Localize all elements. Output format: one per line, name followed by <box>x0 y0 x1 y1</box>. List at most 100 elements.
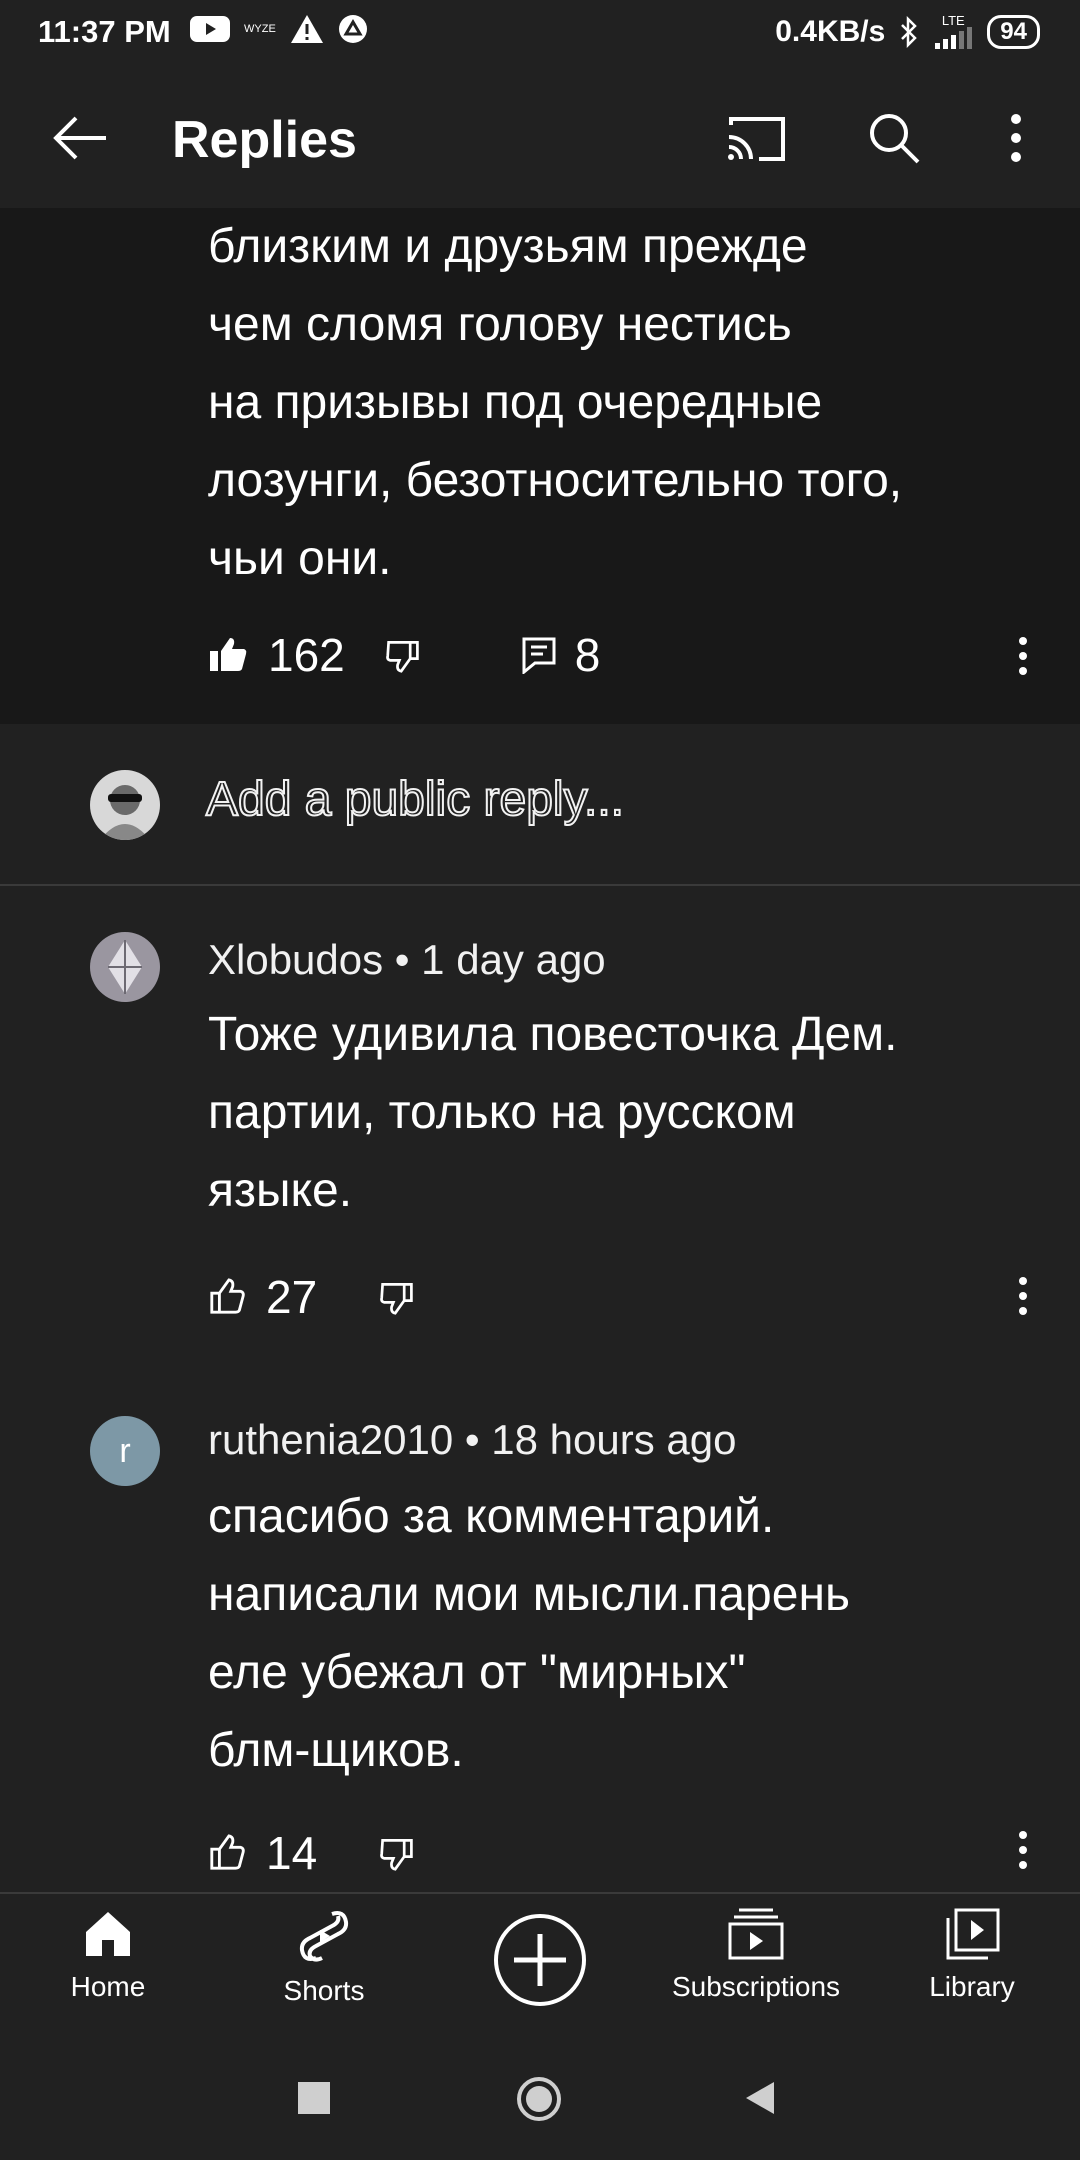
app-notification-icon <box>338 15 367 43</box>
comment-line: лозунги, безотносительно того, <box>208 454 903 507</box>
parent-actions: 162 8 <box>208 628 600 682</box>
thumb-up-filled-icon <box>210 638 247 671</box>
cast-button[interactable] <box>716 98 796 178</box>
more-vertical-icon <box>1019 1831 1027 1869</box>
thumb-down-icon <box>380 1839 413 1871</box>
comment-line: спасибо за комментарий. <box>208 1490 775 1543</box>
status-bar: 11:37 PM WYZE 0.4KB/s LTE 94 <box>0 0 1080 68</box>
dislike-button[interactable] <box>379 1835 415 1871</box>
recents-button[interactable] <box>298 2082 330 2119</box>
reply-more-button[interactable] <box>1018 1276 1028 1321</box>
status-left-icons: WYZE <box>190 14 368 44</box>
reply-comment: Xlobudos • 1 day ago Тоже удивила повест… <box>0 884 1080 1344</box>
comment-line: написали мои мысли.парень <box>208 1568 850 1621</box>
status-time: 11:37 PM <box>38 14 171 49</box>
more-vertical-icon <box>1019 637 1027 675</box>
comment-author-meta: Xlobudos • 1 day ago <box>208 936 606 983</box>
wyze-label: WYZE <box>244 23 276 35</box>
comment-line: еле убежал от "мирных" <box>208 1646 746 1699</box>
network-type: LTE <box>941 13 965 28</box>
status-right: 0.4KB/s LTE 94 <box>775 14 1040 49</box>
more-vertical-icon <box>1011 114 1021 162</box>
warning-icon <box>290 15 323 43</box>
thumb-down-icon <box>385 641 419 673</box>
commenter-avatar[interactable] <box>90 932 160 1002</box>
arrow-left-icon <box>53 116 106 160</box>
thumb-down-icon <box>380 1283 413 1315</box>
page-title: Replies <box>172 111 357 169</box>
thumb-up-icon <box>210 1834 245 1870</box>
bottom-navigation: Home Shorts Subscriptions Library <box>0 1892 1080 2044</box>
bluetooth-icon <box>901 15 918 48</box>
shorts-icon <box>299 1911 349 1962</box>
comment-author-meta: ruthenia2010 • 18 hours ago <box>208 1416 737 1463</box>
home-system-button[interactable] <box>516 2076 562 2127</box>
back-button[interactable] <box>40 98 120 178</box>
recents-square-icon <box>298 2082 330 2114</box>
parent-comment: близким и друзьям прежде чем сломя голов… <box>0 208 1080 724</box>
comment-icon <box>522 637 556 674</box>
home-icon <box>86 1912 130 1956</box>
comment-line: Тоже удивила повесточка Дем. <box>208 1008 898 1061</box>
nav-library[interactable]: Library <box>872 1908 1072 2003</box>
add-reply-input[interactable]: Add a public reply... <box>205 772 625 827</box>
avatar-letter: r <box>119 1431 131 1470</box>
search-button[interactable] <box>854 98 934 178</box>
app-bar: Replies <box>0 68 1080 208</box>
user-avatar <box>90 770 160 840</box>
network-speed: 0.4KB/s <box>775 14 886 48</box>
nav-home-label: Home <box>70 1971 146 2002</box>
nav-home[interactable]: Home <box>8 1908 208 2003</box>
more-options-button[interactable] <box>976 98 1056 178</box>
parent-more-button[interactable] <box>1018 636 1028 681</box>
comment-line: близким и друзьям прежде <box>208 220 808 273</box>
comment-line: блм-щиков. <box>208 1724 464 1777</box>
reply-comment-text: Тоже удивила повесточка Дем. партии, тол… <box>208 996 1048 1230</box>
signal-icon <box>935 27 973 49</box>
like-button[interactable] <box>208 635 248 675</box>
home-circle-icon <box>517 2077 561 2121</box>
reply-count-button[interactable]: 8 <box>521 628 601 682</box>
battery-indicator: 94 <box>987 14 1040 49</box>
thumb-up-icon <box>210 1278 245 1314</box>
nav-subscriptions[interactable]: Subscriptions <box>656 1908 856 2003</box>
comment-line: чем сломя голову нестись <box>208 298 792 351</box>
reply-comment-text: спасибо за комментарий. написали мои мыс… <box>208 1478 1048 1790</box>
youtube-icon <box>190 16 230 42</box>
comment-line: партии, только на русском <box>208 1086 796 1139</box>
dislike-button[interactable] <box>379 1279 415 1315</box>
subscriptions-icon <box>728 1908 784 1960</box>
more-vertical-icon <box>1019 1277 1027 1315</box>
like-button[interactable] <box>208 1834 246 1872</box>
reply-actions: 27 <box>208 1270 415 1324</box>
like-count: 27 <box>266 1271 318 1323</box>
like-count: 162 <box>268 629 345 681</box>
comment-line: чьи они. <box>208 532 392 585</box>
reply-actions: 14 <box>208 1826 415 1880</box>
search-icon <box>870 114 920 164</box>
reply-count: 8 <box>574 629 601 681</box>
comment-line: на призывы под очередные <box>208 376 823 429</box>
cast-icon <box>728 117 785 161</box>
library-icon <box>946 1908 1000 1960</box>
commenter-avatar-image <box>90 932 160 1002</box>
create-plus-icon <box>494 1914 586 2006</box>
reply-more-button[interactable] <box>1018 1830 1028 1875</box>
comment-line: языке. <box>208 1164 353 1217</box>
parent-comment-text: близким и друзьям прежде чем сломя голов… <box>208 208 1048 598</box>
system-navigation-bar <box>0 2044 1080 2160</box>
back-system-button[interactable] <box>744 2080 776 2121</box>
user-avatar-image <box>90 770 160 840</box>
nav-subscriptions-label: Subscriptions <box>671 1971 841 2002</box>
reply-comment: r ruthenia2010 • 18 hours ago спасибо за… <box>0 1360 1080 1890</box>
add-reply-row[interactable]: Add a public reply... <box>0 724 1080 886</box>
dislike-button[interactable] <box>385 637 421 673</box>
nav-create-button[interactable] <box>440 1912 640 2013</box>
nav-library-label: Library <box>929 1971 1015 2002</box>
commenter-avatar[interactable]: r <box>90 1416 160 1486</box>
like-button[interactable] <box>208 1278 246 1316</box>
nav-shorts-label: Shorts <box>283 1975 365 2006</box>
nav-shorts[interactable]: Shorts <box>224 1908 424 2007</box>
like-count: 14 <box>266 1827 318 1879</box>
back-triangle-icon <box>746 2082 774 2114</box>
